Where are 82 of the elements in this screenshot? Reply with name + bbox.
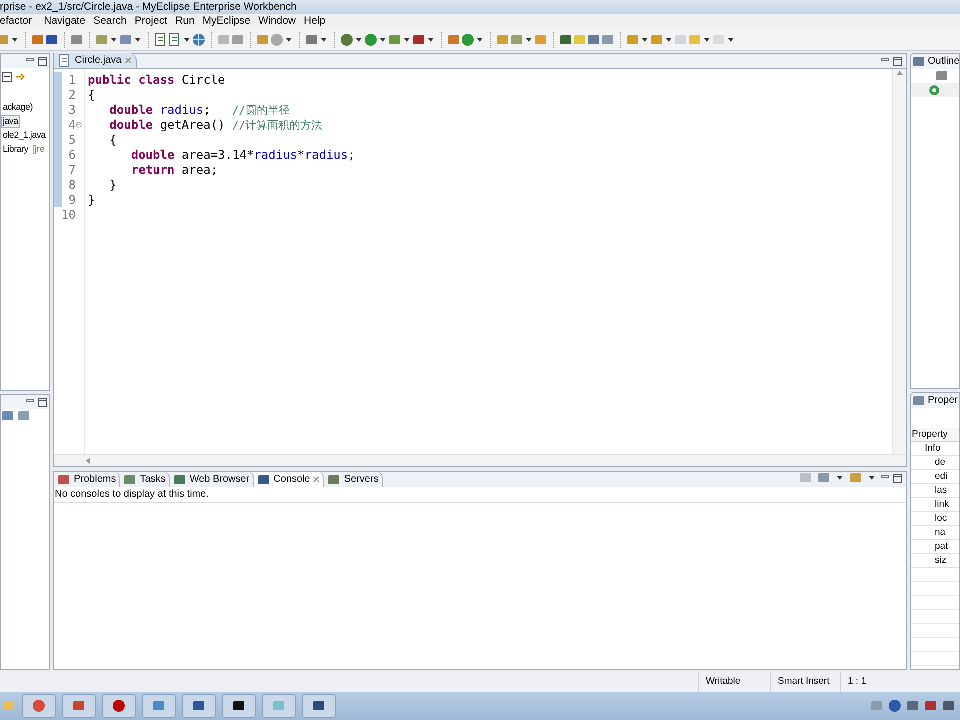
caret-icon[interactable] xyxy=(837,476,843,480)
fold-icon[interactable] xyxy=(76,122,82,128)
caret-icon[interactable] xyxy=(428,38,434,42)
caret-icon[interactable] xyxy=(111,38,117,42)
line-number: 3 xyxy=(68,104,76,116)
taskbar-button[interactable] xyxy=(302,694,336,718)
caret-icon[interactable] xyxy=(356,38,362,42)
status-text: 1 : 1 xyxy=(848,677,866,687)
maximize-icon[interactable] xyxy=(38,56,47,66)
line-number: 7 xyxy=(68,164,76,176)
caret-icon[interactable] xyxy=(184,38,190,42)
vertical-scrollbar[interactable] xyxy=(892,69,906,454)
line-number: 1 xyxy=(68,74,76,86)
property-name: de xyxy=(935,458,946,468)
menu-item[interactable]: Search xyxy=(90,16,131,27)
code-line: return area; xyxy=(130,164,218,176)
line-number: 2 xyxy=(68,88,76,100)
scroll-left-icon[interactable] xyxy=(86,458,90,464)
caret-icon[interactable] xyxy=(286,38,292,42)
menu-item[interactable]: Navigate xyxy=(40,16,90,27)
menu-item[interactable]: Help xyxy=(300,16,330,27)
line-number: 8 xyxy=(68,178,76,190)
menu-item[interactable]: efactor xyxy=(0,16,40,27)
property-name: pat xyxy=(935,542,948,552)
line-number: 6 xyxy=(68,148,76,160)
caret-icon[interactable] xyxy=(404,38,410,42)
code-line: { xyxy=(88,88,96,100)
line-number: 5 xyxy=(68,134,76,146)
caret-icon[interactable] xyxy=(526,38,532,42)
property-name: las xyxy=(935,486,948,496)
caret-icon[interactable] xyxy=(380,38,386,42)
caret-icon[interactable] xyxy=(704,38,710,42)
view-tab[interactable]: Console xyxy=(254,472,324,487)
caret-icon[interactable] xyxy=(642,38,648,42)
status-text: Writable xyxy=(706,677,741,687)
caret-icon[interactable] xyxy=(477,38,483,42)
code-line: { xyxy=(108,134,117,146)
globe-icon[interactable] xyxy=(192,32,206,46)
code-line: } xyxy=(108,178,117,190)
close-icon[interactable] xyxy=(313,476,320,483)
property-name: siz xyxy=(935,556,947,566)
status-text: Smart Insert xyxy=(778,677,830,687)
tree-item[interactable]: ackage) xyxy=(1,100,35,114)
scroll-up-icon[interactable] xyxy=(896,71,902,75)
caret-icon[interactable] xyxy=(869,476,875,480)
window-title: rprise - ex2_1/src/Circle.java - MyEclipse Enterprise Workbench xyxy=(0,2,297,12)
caret-icon[interactable] xyxy=(12,38,18,42)
menu-item[interactable]: Project xyxy=(130,16,172,27)
horizontal-scrollbar[interactable] xyxy=(54,454,906,466)
tree-item[interactable]: java xyxy=(1,114,20,128)
property-name: loc xyxy=(935,514,948,524)
caret-icon[interactable] xyxy=(728,38,734,42)
class-icon[interactable] xyxy=(929,84,940,96)
code-line: } xyxy=(88,194,96,206)
console-message: No consoles to display at this time. xyxy=(55,490,209,500)
editor-tab[interactable]: Circle.java xyxy=(54,53,137,68)
property-name: edi xyxy=(935,472,948,482)
code-line: double radius; //圆的半径 xyxy=(108,104,290,116)
taskbar-button[interactable] xyxy=(222,694,256,718)
column-header: Property xyxy=(912,430,948,440)
menu-item[interactable]: Window xyxy=(254,16,300,27)
tree-item-suffix: [jre xyxy=(32,144,45,154)
line-number: 10 xyxy=(62,208,76,220)
close-icon[interactable] xyxy=(124,57,132,64)
code-line: double area=3.14*radius*radius; xyxy=(130,148,356,160)
menu-item[interactable]: Run xyxy=(172,16,199,27)
caret-icon[interactable] xyxy=(321,38,327,42)
code-line: public class Circle xyxy=(88,74,226,86)
maximize-icon[interactable] xyxy=(893,474,902,482)
property-name: na xyxy=(935,528,946,538)
tree-item[interactable]: ole2_1.java xyxy=(1,128,48,142)
property-name: link xyxy=(935,500,950,510)
maximize-icon[interactable] xyxy=(893,57,902,66)
tree-item[interactable]: Library xyxy=(1,142,30,156)
caret-icon[interactable] xyxy=(666,38,672,42)
caret-icon[interactable] xyxy=(135,38,141,42)
line-number: 9 xyxy=(68,194,76,206)
code-line: double getArea() //计算面积的方法 xyxy=(108,118,323,130)
line-number: 4 xyxy=(68,118,76,130)
menu-item[interactable]: MyEclipse xyxy=(198,16,255,27)
maximize-icon[interactable] xyxy=(38,398,47,406)
property-group: Info xyxy=(925,444,941,454)
